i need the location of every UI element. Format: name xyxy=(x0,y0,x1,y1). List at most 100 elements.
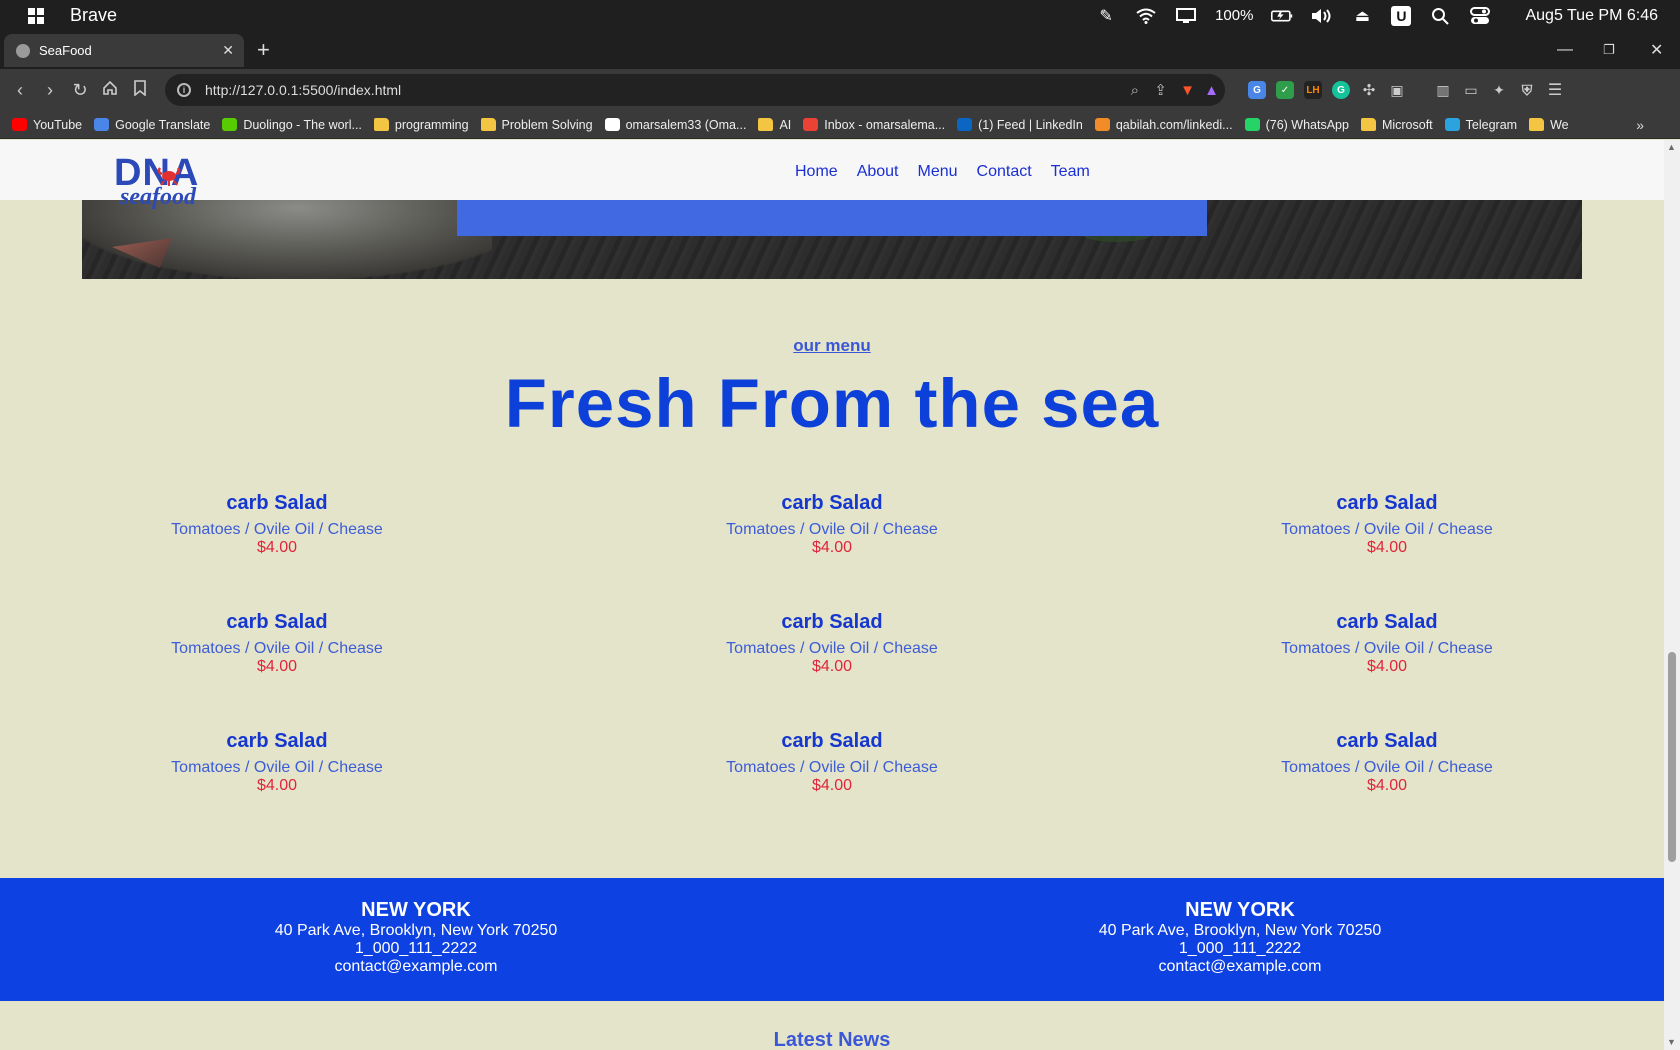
bookmark-item[interactable]: Inbox - omarsalema... xyxy=(803,118,945,132)
folder-icon xyxy=(373,118,389,131)
url-text[interactable]: http://127.0.0.1:5500/index.html xyxy=(205,82,401,98)
menu-item-price: $4.00 xyxy=(256,539,298,556)
location-card: NEW YORK 40 Park Ave, Brooklyn, New York… xyxy=(1030,898,1450,976)
u-app-icon[interactable]: U xyxy=(1391,5,1412,26)
bookmark-item[interactable]: omarsalem33 (Oma... xyxy=(604,117,747,132)
bookmark-icon[interactable] xyxy=(130,79,150,101)
sidebar-toggle-icon[interactable]: ▥ xyxy=(1434,81,1452,99)
menu-item-price: $4.00 xyxy=(811,539,853,556)
location-card: NEW YORK 40 Park Ave, Brooklyn, New York… xyxy=(206,898,626,976)
shield-extension-icon[interactable]: ✓ xyxy=(1276,81,1294,99)
menu-title: Fresh From the sea xyxy=(504,365,1160,442)
bookmark-item[interactable]: Problem Solving xyxy=(480,118,593,132)
back-icon[interactable]: ‹ xyxy=(10,80,30,101)
bookmark-label: Telegram xyxy=(1465,117,1518,132)
menu-item-name: carb Salad xyxy=(1336,492,1438,514)
control-center-icon[interactable] xyxy=(1469,5,1491,27)
wifi-icon[interactable] xyxy=(1135,5,1157,27)
windows-start-icon[interactable] xyxy=(28,7,44,24)
more-bookmarks-icon[interactable]: » xyxy=(1636,117,1644,133)
nav-menu[interactable]: Menu xyxy=(918,163,958,181)
location-address: 40 Park Ave, Brooklyn, New York 70250 xyxy=(274,922,558,939)
bookmark-label: qabilah.com/linkedi... xyxy=(1115,117,1233,132)
nav-contact[interactable]: Contact xyxy=(977,163,1032,181)
bookmark-item[interactable]: We xyxy=(1529,118,1569,132)
address-bar[interactable]: i http://127.0.0.1:5500/index.html ⌕ ⇪ ▼… xyxy=(165,74,1225,106)
bookmark-item[interactable]: AI xyxy=(758,118,791,132)
bookmark-item[interactable]: qabilah.com/linkedi... xyxy=(1094,117,1233,132)
site-header: DNA seafood Home About Menu Contact Team xyxy=(0,140,1664,210)
extensions-puzzle-icon[interactable]: ✣ xyxy=(1360,81,1378,99)
home-icon[interactable] xyxy=(100,80,120,101)
folder-icon xyxy=(480,118,496,131)
minimize-icon[interactable]: — xyxy=(1557,31,1573,69)
display-icon[interactable] xyxy=(1175,5,1197,27)
menu-item-price: $4.00 xyxy=(1366,539,1408,556)
menu-item-description: Tomatoes / Ovile Oil / Chease xyxy=(726,521,938,538)
tab-search-icon[interactable]: ▣ xyxy=(1388,81,1406,99)
bookmark-item[interactable]: (76) WhatsApp xyxy=(1244,118,1349,132)
bookmark-item[interactable]: Duolingo - The worl... xyxy=(222,118,362,132)
menu-item-description: Tomatoes / Ovile Oil / Chease xyxy=(1281,759,1493,776)
hero-banner xyxy=(457,200,1207,236)
nav-about[interactable]: About xyxy=(857,163,899,181)
bookmark-item[interactable]: programming xyxy=(373,118,469,132)
menu-item-description: Tomatoes / Ovile Oil / Chease xyxy=(1281,640,1493,657)
wallet-icon[interactable]: ▭ xyxy=(1462,81,1480,99)
scroll-down-icon[interactable]: ▼ xyxy=(1667,1037,1676,1047)
reload-icon[interactable]: ↻ xyxy=(70,80,90,101)
hero-image xyxy=(82,200,1582,279)
bookmark-item[interactable]: (1) Feed | LinkedIn xyxy=(957,118,1083,132)
location-city: NEW YORK xyxy=(1185,899,1295,921)
menu-icon[interactable]: ☰ xyxy=(1546,81,1564,99)
menu-item: carb Salad Tomatoes / Ovile Oil / Chease $… xyxy=(1207,609,1567,676)
translate-extension-icon[interactable]: G xyxy=(1248,81,1266,99)
page-scrollbar[interactable]: ▲ ▼ xyxy=(1664,140,1680,1050)
menu-item-price: $4.00 xyxy=(811,777,853,794)
menu-item: carb Salad Tomatoes / Ovile Oil / Chease $… xyxy=(97,609,457,676)
browser-tab[interactable]: SeaFood ✕ xyxy=(4,34,244,67)
location-email[interactable]: contact@example.com xyxy=(1030,958,1450,976)
forward-icon[interactable]: › xyxy=(40,80,60,101)
bookmark-label: YouTube xyxy=(33,117,83,132)
location-address: 40 Park Ave, Brooklyn, New York 70250 xyxy=(1098,922,1382,939)
our-menu-link[interactable]: our menu xyxy=(793,336,870,355)
site-info-icon[interactable]: i xyxy=(177,83,191,97)
new-tab-button[interactable]: + xyxy=(257,37,270,63)
menu-item: carb Salad Tomatoes / Ovile Oil / Chease $… xyxy=(652,728,1012,795)
nav-team[interactable]: Team xyxy=(1051,163,1090,181)
brave-shields-icon[interactable]: ▼ xyxy=(1180,82,1195,99)
location-email[interactable]: contact@example.com xyxy=(206,958,626,976)
bookmark-item[interactable]: YouTube xyxy=(12,118,82,132)
linkedin-icon xyxy=(957,118,973,131)
site-logo[interactable]: DNA seafood xyxy=(114,154,224,214)
site-nav: Home About Menu Contact Team xyxy=(795,163,1090,181)
restore-icon[interactable]: ❐ xyxy=(1603,31,1615,69)
clock[interactable]: Aug5 Tue PM 6:46 xyxy=(1525,7,1658,25)
brave-rewards-icon[interactable]: ▲ xyxy=(1204,82,1219,99)
github-icon xyxy=(604,118,620,131)
leo-ai-icon[interactable]: ✦ xyxy=(1490,81,1508,99)
bookmark-item[interactable]: Microsoft xyxy=(1360,118,1433,132)
eject-icon[interactable]: ⏏ xyxy=(1351,5,1373,27)
close-window-icon[interactable]: ✕ xyxy=(1650,31,1663,69)
close-tab-icon[interactable]: ✕ xyxy=(222,42,234,59)
vpn-icon[interactable]: ⛨ xyxy=(1518,81,1536,99)
bookmark-item[interactable]: Google Translate xyxy=(94,118,210,132)
bookmark-label: omarsalem33 (Oma... xyxy=(625,117,747,132)
menu-item-description: Tomatoes / Ovile Oil / Chease xyxy=(1281,521,1493,538)
pen-icon[interactable]: ✎ xyxy=(1095,5,1117,27)
scroll-thumb[interactable] xyxy=(1668,652,1676,862)
scroll-up-icon[interactable]: ▲ xyxy=(1667,142,1676,152)
folder-icon xyxy=(1529,118,1545,131)
share-icon[interactable]: ⇪ xyxy=(1154,81,1167,99)
battery-icon[interactable] xyxy=(1271,5,1293,27)
menu-item-name: carb Salad xyxy=(781,730,883,752)
nav-home[interactable]: Home xyxy=(795,163,838,181)
zoom-icon[interactable]: ⌕ xyxy=(1131,82,1139,99)
grammarly-extension-icon[interactable]: G xyxy=(1332,81,1350,99)
volume-icon[interactable] xyxy=(1311,5,1333,27)
lighthouse-extension-icon[interactable]: LH xyxy=(1304,81,1322,99)
bookmark-item[interactable]: Telegram xyxy=(1444,117,1518,132)
search-icon[interactable] xyxy=(1429,5,1451,27)
